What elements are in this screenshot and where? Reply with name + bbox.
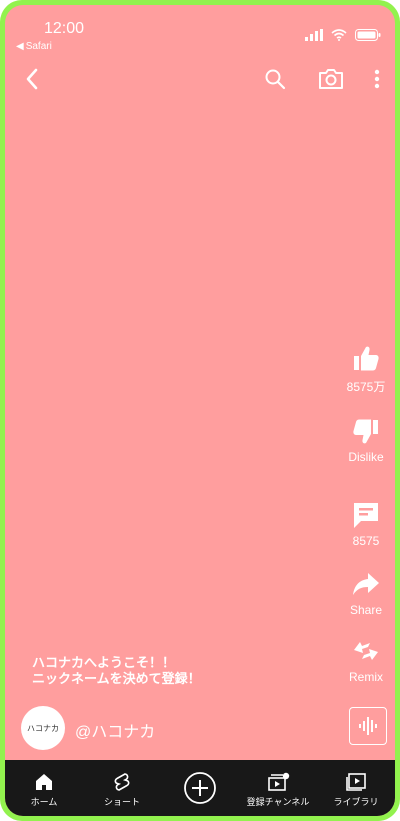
nav-shorts[interactable]: ショート bbox=[83, 760, 161, 816]
status-time: 12:00 bbox=[44, 20, 85, 37]
dislike-button[interactable]: Dislike bbox=[338, 416, 394, 464]
share-label: Share bbox=[349, 603, 383, 617]
home-icon bbox=[36, 774, 52, 790]
bottom-nav: ホーム ショート 登録チャンネル ライブラリ bbox=[5, 760, 395, 816]
device-frame: 12:00 ◀ Safari 8575万 Dislike 8575 Share … bbox=[0, 0, 400, 821]
comment-icon bbox=[354, 503, 378, 528]
more-icon[interactable] bbox=[371, 67, 383, 91]
camera-icon[interactable] bbox=[318, 67, 344, 91]
nav-library-label: ライブラリ bbox=[333, 797, 379, 807]
remix-icon bbox=[354, 642, 378, 660]
remix-button[interactable]: Remix bbox=[338, 636, 394, 684]
waveform-icon bbox=[359, 717, 377, 735]
back-triangle-icon: ◀ bbox=[16, 41, 24, 52]
video-caption: ハコナカへようこそ！！ ニックネームを決めて登録！ bbox=[32, 655, 201, 687]
sound-button[interactable] bbox=[349, 707, 387, 745]
status-icons bbox=[305, 29, 381, 41]
back-to-app-link[interactable]: ◀ Safari bbox=[16, 41, 52, 52]
thumbs-down-icon bbox=[353, 419, 378, 444]
nav-subscriptions-label: 登録チャンネル bbox=[246, 797, 310, 807]
nav-home[interactable]: ホーム bbox=[5, 760, 83, 816]
like-button[interactable]: 8575万 bbox=[338, 344, 394, 395]
thumbs-up-icon bbox=[354, 346, 379, 371]
library-icon bbox=[346, 773, 366, 791]
nav-library[interactable]: ライブラリ bbox=[317, 760, 395, 816]
like-count: 8575万 bbox=[346, 380, 386, 394]
dislike-label: Dislike bbox=[348, 450, 384, 464]
signal-icon bbox=[305, 29, 323, 41]
share-icon bbox=[353, 573, 379, 595]
back-icon[interactable] bbox=[21, 67, 45, 91]
create-plus-icon bbox=[184, 772, 216, 804]
back-app-label: Safari bbox=[25, 41, 52, 52]
caption-line: ハコナカへようこそ！！ bbox=[32, 655, 176, 670]
channel-handle[interactable]: @ハコナカ bbox=[75, 718, 155, 742]
shorts-icon bbox=[114, 773, 130, 791]
wifi-icon bbox=[331, 29, 347, 41]
channel-avatar[interactable]: ハコナカ bbox=[21, 706, 65, 750]
nav-shorts-label: ショート bbox=[103, 797, 140, 807]
shorts-screen: 12:00 ◀ Safari 8575万 Dislike 8575 Share … bbox=[5, 5, 395, 816]
nav-home-label: ホーム bbox=[30, 797, 58, 807]
remix-label: Remix bbox=[348, 670, 383, 684]
nav-create[interactable] bbox=[161, 760, 239, 816]
avatar-text: ハコナカ bbox=[27, 723, 59, 733]
nav-subscriptions[interactable]: 登録チャンネル bbox=[239, 760, 317, 816]
battery-icon bbox=[355, 29, 381, 41]
comment-button[interactable]: 8575 bbox=[338, 500, 394, 548]
comment-count: 8575 bbox=[352, 534, 380, 548]
share-button[interactable]: Share bbox=[338, 569, 394, 617]
caption-line: ニックネームを決めて登録！ bbox=[32, 671, 201, 686]
subscriptions-icon bbox=[268, 772, 290, 791]
search-icon[interactable] bbox=[264, 68, 286, 90]
